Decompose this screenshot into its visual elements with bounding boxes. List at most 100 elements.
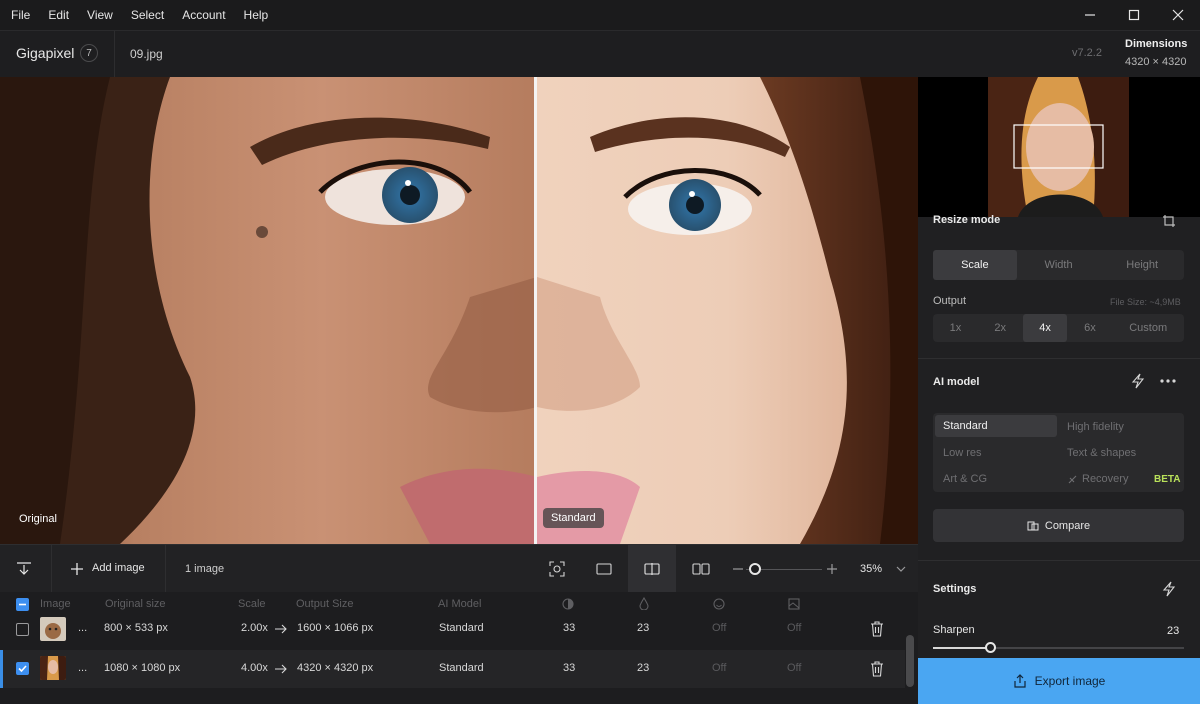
zoom-in-icon[interactable] <box>827 564 837 574</box>
header-ai-model: AI Model <box>438 598 482 610</box>
model-standard[interactable]: Standard <box>935 415 1057 437</box>
export-button[interactable]: Export image <box>918 658 1200 704</box>
dimensions-label: Dimensions <box>1125 38 1188 50</box>
import-button[interactable] <box>0 545 48 593</box>
header-scale: Scale <box>238 598 266 610</box>
row-sharpen: 23 <box>637 662 650 674</box>
table-row[interactable]: ... 800 × 533 px 2.00x 1600 × 1066 px St… <box>0 610 905 648</box>
row-output-size: 4320 × 4320 px <box>297 662 374 674</box>
zoom-handle[interactable] <box>749 563 761 575</box>
sharpen-label: Sharpen <box>933 624 975 636</box>
minimize-button[interactable] <box>1068 0 1112 30</box>
lightning-icon[interactable] <box>1162 581 1176 597</box>
sharpen-handle[interactable] <box>985 642 996 653</box>
model-text-shapes[interactable]: Text & shapes <box>1067 447 1136 459</box>
row-ai-model: Standard <box>439 662 484 674</box>
crop-icon[interactable] <box>1162 214 1176 228</box>
row-scale: 4.00x <box>241 662 268 674</box>
add-image-button[interactable]: Add image <box>92 562 145 574</box>
plus-icon[interactable] <box>70 562 84 576</box>
file-size: File Size: ~4,9MB <box>1110 297 1181 307</box>
header-image: Image <box>40 598 71 610</box>
navigator-image <box>988 77 1129 217</box>
menu-bar: File Edit View Select Account Help <box>0 0 1200 30</box>
compare-icon <box>1027 521 1039 530</box>
menu-select[interactable]: Select <box>122 0 173 30</box>
tab-width[interactable]: Width <box>1017 250 1101 280</box>
model-recovery[interactable]: Recovery <box>1082 473 1128 485</box>
scale-2x[interactable]: 2x <box>978 314 1023 342</box>
model-art-cg[interactable]: Art & CG <box>943 473 987 485</box>
download-icon <box>17 562 31 575</box>
side-by-side-icon <box>692 563 710 575</box>
row-enhance: Off <box>787 662 802 674</box>
export-icon <box>1014 674 1026 688</box>
view-split-button[interactable] <box>628 545 676 593</box>
minus-icon <box>19 603 26 606</box>
row-name: ... <box>78 622 88 634</box>
row-sharpen: 23 <box>637 622 650 634</box>
title-separator <box>114 31 115 78</box>
model-high-fidelity[interactable]: High fidelity <box>1067 421 1124 433</box>
row-checkbox[interactable] <box>16 662 29 675</box>
row-face: Off <box>712 662 727 674</box>
sharpen-fill <box>933 647 991 649</box>
close-icon <box>1172 9 1184 21</box>
tab-scale[interactable]: Scale <box>933 250 1017 280</box>
scale-options: 1x 2x 4x 6x Custom <box>933 314 1184 342</box>
model-low-res[interactable]: Low res <box>943 447 982 459</box>
focus-icon <box>549 561 565 577</box>
maximize-button[interactable] <box>1112 0 1156 30</box>
compare-button[interactable]: Compare <box>933 509 1184 542</box>
trash-icon[interactable] <box>870 621 884 637</box>
view-single-button[interactable] <box>580 545 628 593</box>
scale-4x[interactable]: 4x <box>1022 314 1068 342</box>
window-controls <box>1068 0 1200 30</box>
model-label: Standard <box>543 508 604 528</box>
row-output-size: 1600 × 1066 px <box>297 622 374 634</box>
menu-edit[interactable]: Edit <box>39 0 78 30</box>
row-ai-model: Standard <box>439 622 484 634</box>
row-original-size: 800 × 533 px <box>104 622 168 634</box>
image-table: Image Original size Scale Output Size AI… <box>0 592 918 704</box>
app-badge[interactable]: 7 <box>80 44 98 62</box>
split-view-icon <box>644 563 660 575</box>
navigator-thumbnail[interactable] <box>918 77 1200 217</box>
right-panel: Resize mode Scale Width Height Output Fi… <box>918 77 1200 704</box>
panel-divider <box>918 560 1200 561</box>
resize-tabs: Scale Width Height <box>933 250 1184 280</box>
view-side-by-side-button[interactable] <box>677 545 725 593</box>
menu-view[interactable]: View <box>78 0 122 30</box>
title-bar: Gigapixel 7 09.jpg v7.2.2 Dimensions 432… <box>0 30 1200 78</box>
row-enhance: Off <box>787 622 802 634</box>
enhance-icon <box>788 598 800 610</box>
table-scrollbar[interactable] <box>906 635 914 687</box>
lightning-icon[interactable] <box>1131 373 1145 389</box>
face-icon <box>713 598 725 610</box>
scale-custom[interactable]: Custom <box>1112 314 1184 342</box>
trash-icon[interactable] <box>870 661 884 677</box>
export-label: Export image <box>1034 674 1106 688</box>
view-focus-button[interactable] <box>533 545 581 593</box>
table-row[interactable]: ... 1080 × 1080 px 4.00x 4320 × 4320 px … <box>0 650 905 688</box>
close-button[interactable] <box>1156 0 1200 30</box>
more-icon[interactable] <box>1159 378 1177 384</box>
zoom-level: 35% <box>860 563 883 575</box>
row-scale: 2.00x <box>241 622 268 634</box>
row-checkbox[interactable] <box>16 623 29 636</box>
zoom-out-icon[interactable] <box>733 568 743 570</box>
scale-6x[interactable]: 6x <box>1067 314 1112 342</box>
tab-height[interactable]: Height <box>1100 250 1184 280</box>
menu-account[interactable]: Account <box>173 0 234 30</box>
row-denoise: 33 <box>563 662 576 674</box>
check-icon <box>18 665 27 673</box>
minimize-icon <box>1085 14 1095 16</box>
image-preview[interactable]: Original Standard <box>0 77 918 544</box>
sharpen-value: 23 <box>1167 625 1180 637</box>
sharpen-slider[interactable] <box>933 642 1184 653</box>
menu-help[interactable]: Help <box>235 0 278 30</box>
bottom-toolbar: Add image 1 image 35% <box>0 544 918 593</box>
chevron-down-icon[interactable] <box>896 566 906 572</box>
menu-file[interactable]: File <box>0 0 39 30</box>
scale-1x[interactable]: 1x <box>933 314 978 342</box>
